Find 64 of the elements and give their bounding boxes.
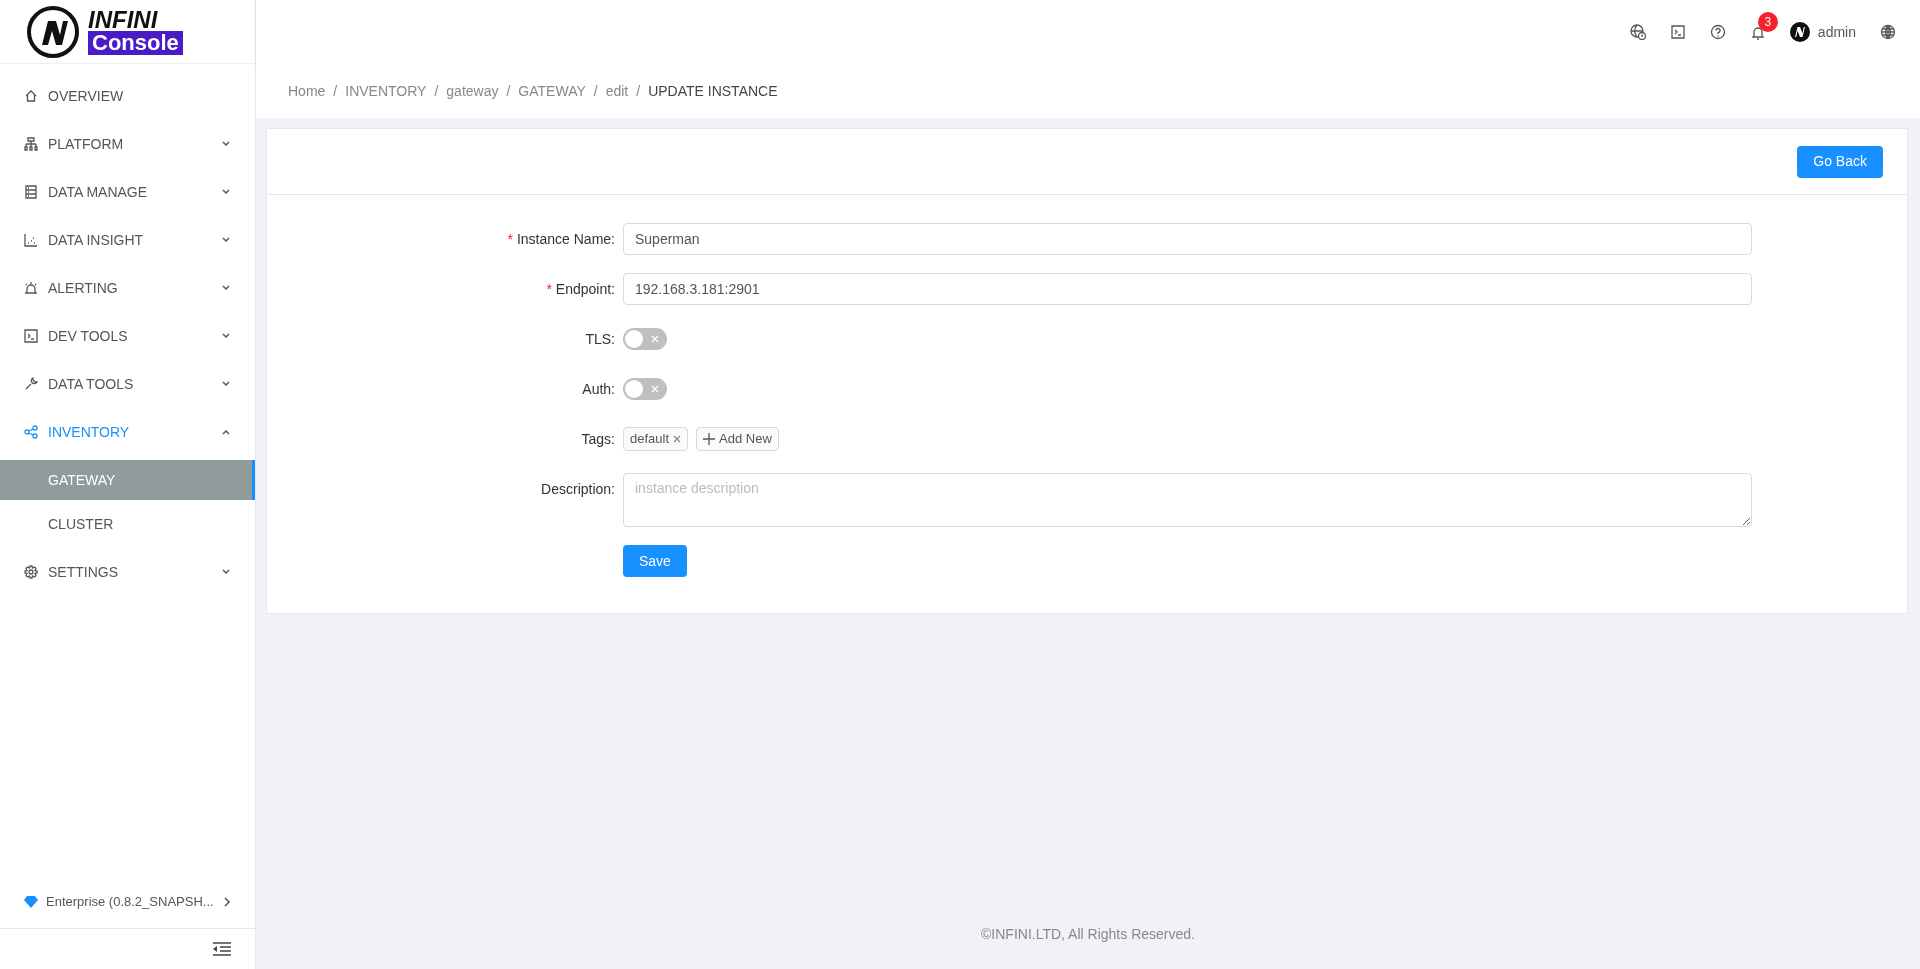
tag: default xyxy=(623,427,689,451)
field-label: TLS: xyxy=(585,329,615,349)
globe-clock-icon[interactable] xyxy=(1629,24,1646,40)
logo-text: Console xyxy=(88,30,183,55)
add-tag-button[interactable]: Add New xyxy=(696,427,779,451)
chevron-right-icon[interactable] xyxy=(223,896,231,907)
field-label: Instance Name: xyxy=(516,229,615,249)
menu-item[interactable]: PLATFORM xyxy=(0,120,255,168)
notification-count: 3 xyxy=(1757,11,1778,32)
wrench-icon xyxy=(24,377,38,391)
close-icon xyxy=(651,335,659,343)
home-icon xyxy=(24,89,38,103)
menu-item[interactable]: DATA INSIGHT xyxy=(0,216,255,264)
breadcrumb-link[interactable]: gateway xyxy=(446,80,499,102)
menu-item[interactable]: OVERVIEW xyxy=(0,72,255,120)
bell-icon[interactable] xyxy=(1749,24,1766,41)
scatter-chart-icon xyxy=(24,233,38,247)
description-field[interactable]: instance description xyxy=(623,473,1752,527)
terminal-icon xyxy=(24,329,38,343)
close-icon xyxy=(651,385,659,393)
share-icon xyxy=(24,425,38,439)
plus-icon xyxy=(703,433,716,445)
toggle-switch[interactable] xyxy=(623,328,667,350)
field-label: Tags: xyxy=(581,429,615,449)
input-field[interactable]: 192.168.3.181:2901 xyxy=(623,273,1752,305)
hierarchy-icon xyxy=(24,137,38,151)
required-mark: * xyxy=(546,279,552,299)
help-icon[interactable] xyxy=(1709,24,1726,40)
input-field[interactable]: Superman xyxy=(623,223,1752,255)
breadcrumb-separator: / xyxy=(636,81,641,101)
breadcrumb-current: UPDATE INSTANCE xyxy=(648,81,778,101)
breadcrumb-link[interactable]: GATEWAY xyxy=(518,80,586,102)
breadcrumb-link[interactable]: INVENTORY xyxy=(345,80,427,102)
menu-item[interactable]: DEV TOOLS xyxy=(0,312,255,360)
diamond-icon xyxy=(24,895,38,908)
field-label: Auth: xyxy=(582,379,615,399)
breadcrumb-link[interactable]: Home xyxy=(288,80,326,102)
field-label: Endpoint: xyxy=(555,279,615,299)
toggle-switch[interactable] xyxy=(623,378,667,400)
user-name[interactable]: admin xyxy=(1817,21,1856,43)
collapse-menu-icon[interactable] xyxy=(213,942,231,956)
siren-icon xyxy=(24,281,38,295)
breadcrumb-separator: / xyxy=(333,81,338,101)
field-label: Description: xyxy=(541,480,615,499)
terminal-icon[interactable] xyxy=(1669,24,1686,40)
gear-icon xyxy=(24,565,38,579)
menu-item[interactable]: DATA MANAGE xyxy=(0,168,255,216)
menu-item[interactable]: DATA TOOLS xyxy=(0,360,255,408)
avatar-icon[interactable] xyxy=(1789,22,1810,42)
copyright-text: ©INFINI.LTD, All Rights Reserved. xyxy=(980,925,1196,944)
breadcrumb-separator: / xyxy=(506,81,511,101)
menu-item[interactable]: SETTINGS xyxy=(0,548,255,596)
required-mark: * xyxy=(507,229,513,249)
breadcrumb-separator: / xyxy=(434,81,439,101)
submenu-item[interactable]: CLUSTER xyxy=(0,504,255,544)
menu-item[interactable]: ALERTING xyxy=(0,264,255,312)
breadcrumb-separator: / xyxy=(593,81,598,101)
logo-icon xyxy=(26,4,80,59)
close-icon[interactable] xyxy=(673,435,682,443)
logo-text: INFINI xyxy=(88,8,159,31)
language-icon[interactable] xyxy=(1880,24,1896,40)
version-link[interactable]: Enterprise (0.8.2_SNAPSH... xyxy=(46,891,214,912)
server-icon xyxy=(24,185,38,199)
breadcrumb-link[interactable]: edit xyxy=(605,80,629,102)
